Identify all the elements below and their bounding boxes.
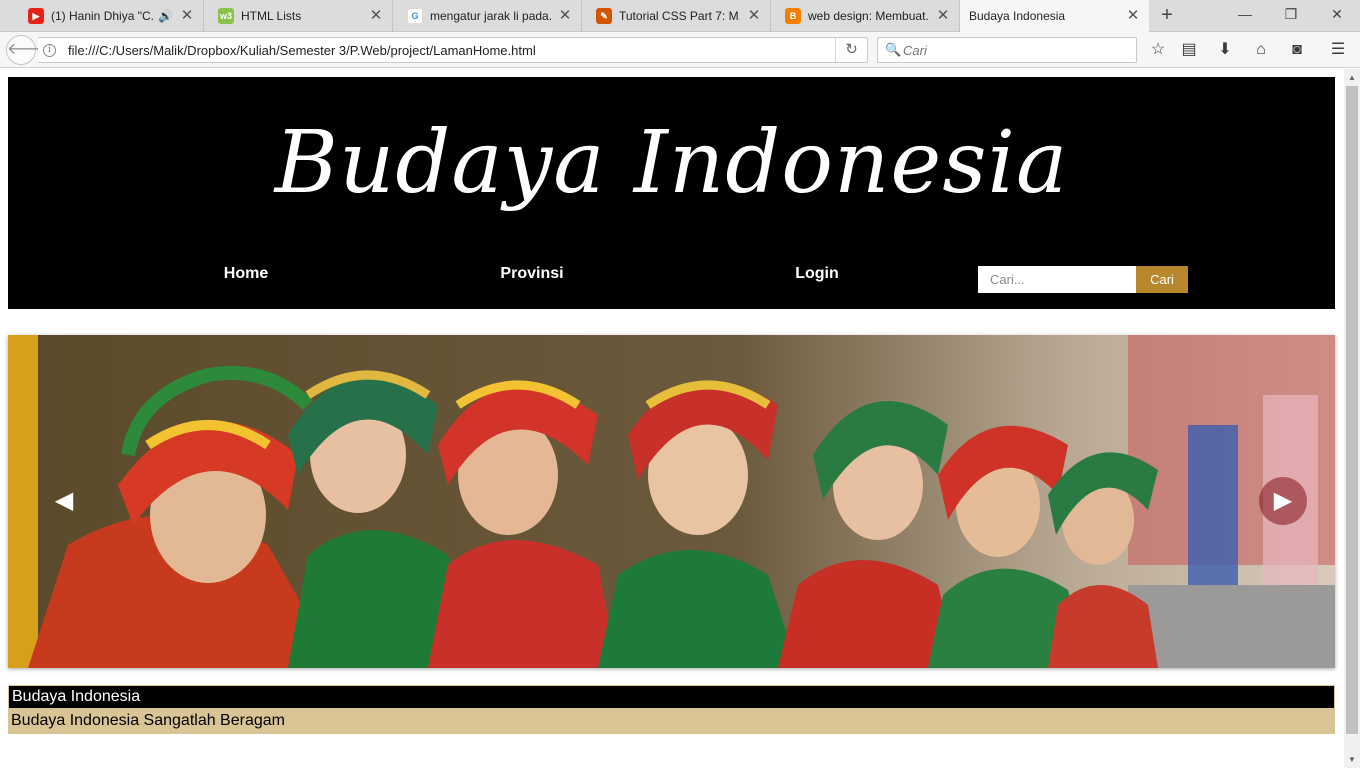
slider-next-arrow-icon[interactable]: ▶ (1259, 477, 1307, 525)
scroll-down-icon[interactable]: ▼ (1344, 751, 1360, 768)
tab-youtube[interactable]: ▶ (1) Hanin Dhiya "C... 🔊 ✕ (14, 0, 204, 32)
site-header: Budaya Indonesia Home Provinsi Login Car… (8, 77, 1335, 309)
pocket-icon[interactable]: ◙ (1286, 40, 1308, 60)
url-bar[interactable]: i file:///C:/Users/Malik/Dropbox/Kuliah/… (38, 37, 868, 63)
close-tab-icon[interactable]: ✕ (1125, 8, 1141, 24)
main-menu: Home Provinsi Login Cari (8, 257, 1335, 309)
site-search-input[interactable] (978, 266, 1136, 293)
site-search: Cari (978, 266, 1188, 293)
tab-google[interactable]: G mengatur jarak li pada... ✕ (393, 0, 582, 32)
site-search-button[interactable]: Cari (1136, 266, 1188, 293)
tab-title: HTML Lists (241, 9, 302, 23)
browser-search-box: 🔍 (877, 37, 1137, 63)
home-icon[interactable]: ⌂ (1250, 40, 1272, 60)
page-viewport: Budaya Indonesia Home Provinsi Login Car… (0, 69, 1344, 768)
download-icon[interactable]: ⬇ (1214, 40, 1236, 60)
scroll-thumb[interactable] (1346, 86, 1358, 734)
w3schools-icon: w3 (218, 8, 234, 24)
slider-prev-arrow-icon[interactable]: ◀ (40, 477, 88, 525)
tools-icon: ✎ (596, 8, 612, 24)
url-text: file:///C:/Users/Malik/Dropbox/Kuliah/Se… (68, 43, 536, 58)
page-scrollbar[interactable]: ▲ ▼ (1344, 69, 1360, 768)
info-heading: Budaya Indonesia (8, 685, 1335, 709)
tab-budaya-indonesia[interactable]: Budaya Indonesia ✕ (960, 0, 1149, 32)
site-logo: Budaya Indonesia (274, 113, 1069, 213)
info-text: Budaya Indonesia Sangatlah Beragam (8, 709, 1335, 734)
tab-title: web design: Membuat... (808, 9, 929, 23)
scroll-up-icon[interactable]: ▲ (1344, 69, 1360, 86)
dancers-photo (8, 335, 1335, 668)
blogger-icon: B (785, 8, 801, 24)
tab-title: Budaya Indonesia (969, 9, 1066, 23)
reading-list-icon[interactable]: ▤ (1178, 40, 1200, 60)
tab-title: (1) Hanin Dhiya "C... (51, 9, 156, 23)
search-icon: 🔍 (885, 42, 902, 57)
close-tab-icon[interactable]: ✕ (746, 8, 762, 24)
tab-strip: ▶ (1) Hanin Dhiya "C... 🔊 ✕ w3 HTML List… (0, 0, 1360, 32)
close-tab-icon[interactable]: ✕ (179, 8, 195, 24)
new-tab-button[interactable]: + (1156, 4, 1178, 28)
tab-title: Tutorial CSS Part 7: M... (619, 9, 740, 23)
speaker-icon[interactable]: 🔊 (158, 9, 173, 23)
restore-icon[interactable]: ❐ (1276, 4, 1306, 24)
close-window-icon[interactable]: ✕ (1322, 4, 1352, 24)
back-button[interactable]: 🡐 (6, 35, 50, 65)
google-icon: G (407, 8, 423, 24)
nav-toolbar: 🡐 i file:///C:/Users/Malik/Dropbox/Kulia… (0, 32, 1360, 68)
tab-html-lists[interactable]: w3 HTML Lists ✕ (204, 0, 393, 32)
minimize-icon[interactable]: — (1230, 4, 1260, 24)
youtube-icon: ▶ (28, 8, 44, 24)
tab-web-design[interactable]: B web design: Membuat... ✕ (771, 0, 960, 32)
image-slider: ◀ ▶ (8, 335, 1335, 668)
close-tab-icon[interactable]: ✕ (557, 8, 573, 24)
close-tab-icon[interactable]: ✕ (935, 8, 951, 24)
menu-item-provinsi[interactable]: Provinsi (452, 265, 612, 283)
menu-item-login[interactable]: Login (737, 265, 897, 283)
tab-tutorial-css[interactable]: ✎ Tutorial CSS Part 7: M... ✕ (582, 0, 771, 32)
tab-title: mengatur jarak li pada... (430, 9, 551, 23)
site-info-icon[interactable]: i (43, 44, 56, 57)
bookmark-star-icon[interactable]: ☆ (1147, 40, 1169, 60)
reload-icon[interactable]: ↻ (835, 38, 867, 62)
menu-icon[interactable]: ☰ (1327, 40, 1349, 60)
menu-item-home[interactable]: Home (166, 265, 326, 283)
browser-search-input[interactable] (903, 41, 1128, 59)
close-tab-icon[interactable]: ✕ (368, 8, 384, 24)
